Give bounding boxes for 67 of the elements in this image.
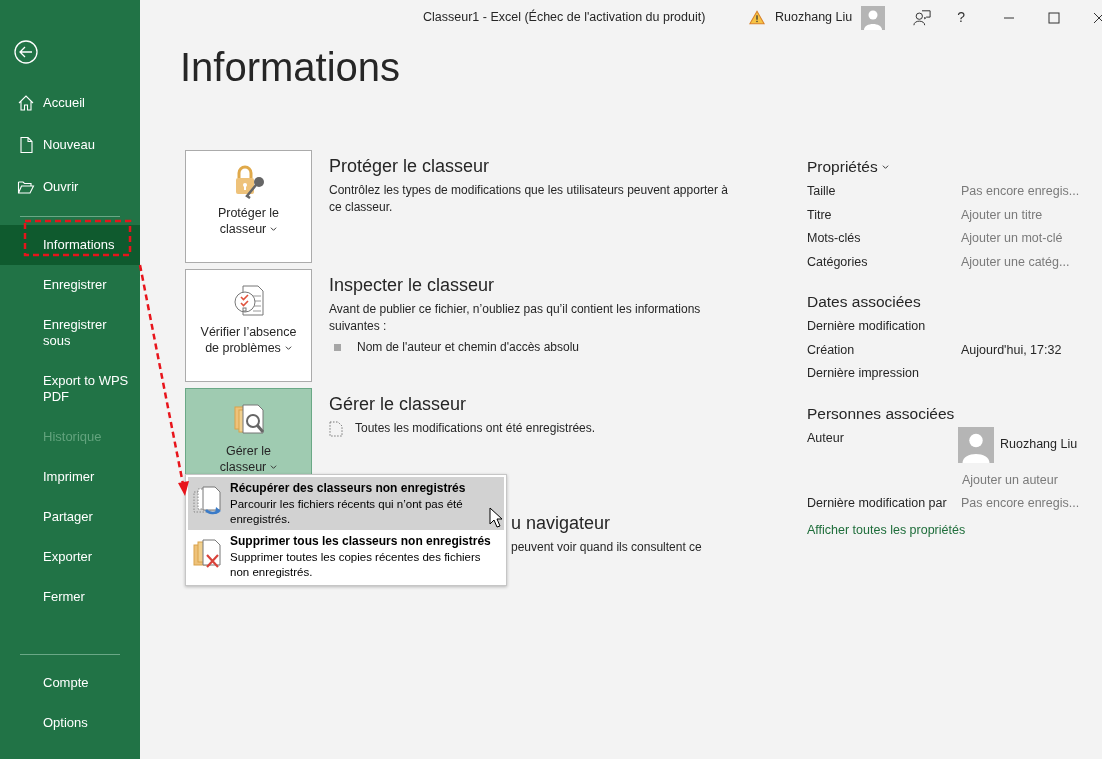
sidebar-item[interactable]: Exporter: [0, 537, 140, 577]
folder-icon: [17, 178, 35, 196]
property-label: Auteur: [807, 429, 845, 447]
caret-icon: [270, 226, 278, 232]
section-title: Gérer le classeur: [329, 393, 468, 416]
section-heading: Dates associées: [807, 292, 922, 312]
page-title: Informations: [180, 44, 402, 91]
caret-icon: [270, 464, 278, 470]
property-value: Aujourd'hui, 17:32: [961, 341, 1062, 359]
bullet-icon: [334, 344, 341, 351]
window-title: Classeur1 - Excel (Échec de l'activation du produit): [422, 8, 706, 27]
workbook-action-button[interactable]: Protéger le classeur: [185, 150, 312, 263]
section-title: Inspecter le classeur: [329, 274, 496, 297]
caret-icon: [284, 345, 292, 351]
document-icon: [17, 136, 35, 154]
property-value[interactable]: Pas encore enregis...: [961, 493, 1080, 513]
property-label: Création: [807, 341, 856, 359]
property-value[interactable]: Pas encore enregis...: [961, 182, 1080, 202]
home-icon: [17, 94, 35, 112]
section-description: peuvent voir quand ils consultent ce: [511, 539, 702, 556]
sidebar-item[interactable]: Ouvrir: [0, 166, 140, 208]
property-label: Dernière impression: [807, 365, 920, 383]
menu-item[interactable]: Récupérer des classeurs non enregistrés Parcourir les fichiers récents qui n’ont pas été enregistrés.: [188, 477, 504, 530]
property-label: Titre: [807, 206, 833, 224]
dotted-document-icon: [329, 420, 343, 437]
author-avatar: [958, 426, 994, 463]
property-label: Taille: [807, 183, 837, 201]
show-all-properties-link[interactable]: Afficher toutes les propriétés: [807, 520, 966, 540]
documents-delete-icon: [192, 539, 222, 569]
section-heading: Personnes associées: [807, 403, 956, 424]
user-name[interactable]: Ruozhang Liu: [775, 8, 853, 27]
mouse-cursor-icon: [489, 507, 503, 528]
property-value[interactable]: Ajouter un titre: [961, 205, 1043, 225]
section-title: Protéger le classeur: [329, 155, 491, 178]
property-value[interactable]: Ajouter un mot-clé: [961, 229, 1063, 249]
workbook-action-button[interactable]: Vérifier l’absence de problèmes: [185, 269, 312, 382]
section-heading[interactable]: Propriétés: [807, 156, 878, 178]
bullet-text: Nom de l'auteur et chemin d'accès absolu: [357, 339, 580, 356]
documents-arrow-icon: [192, 486, 222, 516]
property-value[interactable]: Ajouter une catég...: [961, 252, 1070, 272]
sidebar-item[interactable]: Partager: [0, 497, 140, 537]
add-author-field[interactable]: Ajouter un auteur: [962, 470, 1102, 490]
caret-icon: [881, 164, 889, 170]
sidebar-item[interactable]: Imprimer: [0, 457, 140, 497]
property-label: Mots-clés: [807, 230, 862, 248]
status-note: Toutes les modifications ont été enregistrées.: [355, 420, 596, 437]
close-icon[interactable]: [1093, 11, 1102, 24]
sidebar-item[interactable]: Informations: [0, 225, 140, 265]
author-name: Ruozhang Liu: [1000, 436, 1078, 454]
help-button[interactable]: ?: [957, 7, 965, 28]
feedback-icon[interactable]: [913, 8, 932, 27]
section-title: u navigateur: [511, 512, 612, 535]
sidebar-item[interactable]: Enregistrer sous: [0, 305, 140, 361]
maximize-icon[interactable]: [1048, 11, 1060, 24]
sidebar-item[interactable]: Fermer: [0, 577, 140, 617]
sidebar-item[interactable]: Nouveau: [0, 124, 140, 166]
sidebar-item[interactable]: Options: [0, 703, 140, 743]
section-description: Contrôlez les types de modifications que les utilisateurs peuvent apporter à ce classeur.: [329, 182, 729, 216]
menu-item[interactable]: Supprimer tous les classeurs non enregistrés Supprimer toutes les copies récentes des fichiers non enregistrés.: [188, 530, 504, 583]
property-label: Dernière modification: [807, 318, 927, 336]
sidebar-item[interactable]: Compte: [0, 663, 140, 703]
property-label: Catégories: [807, 253, 869, 271]
sidebar-item[interactable]: Enregistrer: [0, 265, 140, 305]
property-label: Dernière modification par: [807, 494, 948, 512]
sidebar-item[interactable]: Export to WPS PDF: [0, 361, 140, 417]
section-description: Avant de publier ce fichier, n’oubliez pas qu’il contient les informations suivantes :: [329, 301, 702, 335]
sidebar-item[interactable]: Accueil: [0, 82, 140, 124]
